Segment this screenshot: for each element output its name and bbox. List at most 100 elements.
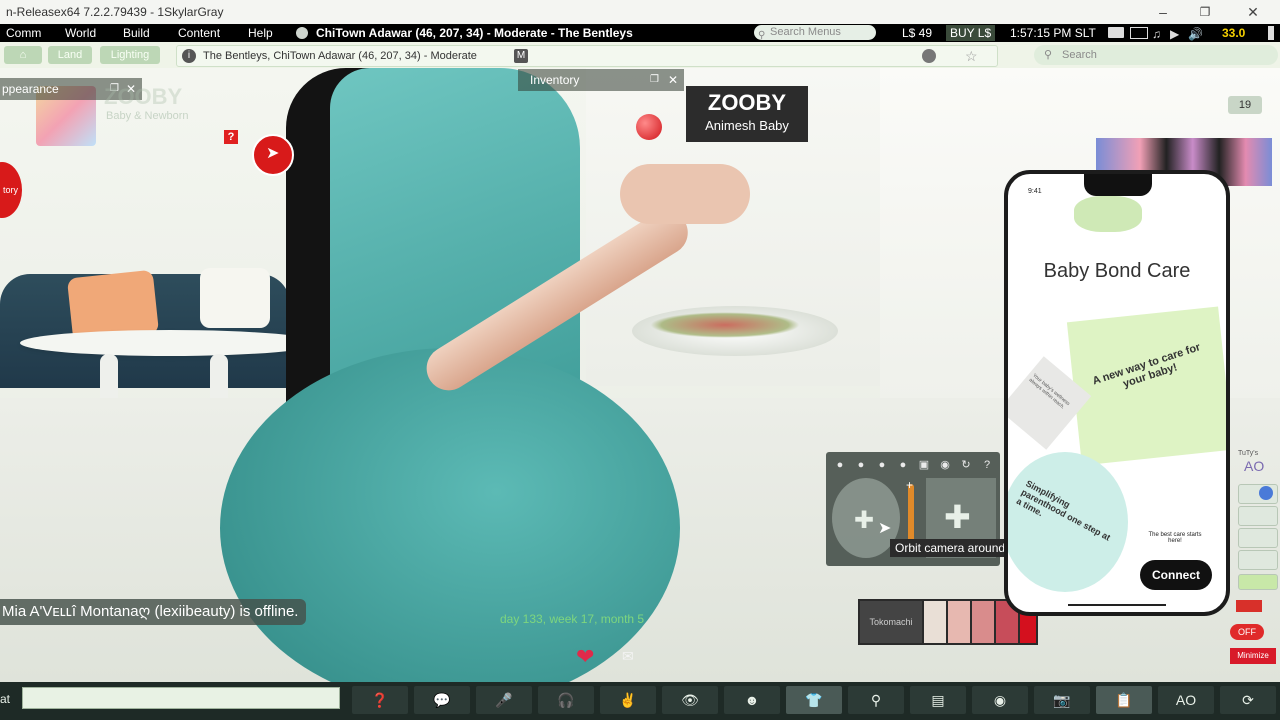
nail-swatch[interactable] <box>948 601 970 643</box>
camera-preset-front-icon[interactable]: ● <box>832 458 848 472</box>
zooby-sign-title: ZOOBY <box>707 90 787 115</box>
walk-button[interactable]: ✌ <box>600 686 656 714</box>
no-voice-icon[interactable] <box>922 49 936 63</box>
phone-app-title: Baby Bond Care <box>1043 260 1191 282</box>
menu-world[interactable]: World <box>65 24 96 42</box>
camera-icon: 📷 <box>1053 692 1071 708</box>
window-title: n-Releasex64 7.2.2.79439 - 1SkylarGray <box>6 5 224 19</box>
location-url-bar[interactable]: i The Bentleys, ChiTown Adawar (46, 207,… <box>176 45 998 67</box>
buy-currency-button[interactable]: BUY L$ <box>946 25 996 41</box>
camera-preset-custom-icon[interactable]: ● <box>895 458 911 472</box>
cherry <box>636 114 662 140</box>
zooby-sign-subtitle: Animesh Baby <box>705 118 789 133</box>
inventory-button[interactable]: 📋 <box>1096 686 1152 714</box>
favorite-star-icon[interactable]: ☆ <box>965 46 978 66</box>
info-icon[interactable]: i <box>182 49 196 63</box>
eye-icon[interactable] <box>296 27 308 39</box>
reset-view-icon[interactable]: ↻ <box>958 458 974 472</box>
mouselook-icon[interactable]: ◉ <box>937 458 953 472</box>
help-button[interactable]: ❓ <box>352 686 408 714</box>
media-icon[interactable]: ▶ <box>1170 25 1179 43</box>
menu-content[interactable]: Content <box>178 24 220 42</box>
phone-home-indicator <box>1068 604 1166 606</box>
mouse-cursor-icon: ➤ <box>878 520 892 537</box>
search-button[interactable]: ⚲ <box>848 686 904 714</box>
pan-arrows-icon: ✚ <box>944 499 971 535</box>
ao-hud-button[interactable] <box>1238 574 1278 590</box>
ao-hud-button[interactable] <box>1238 506 1278 526</box>
faded-sign-title: ZOOBY <box>104 84 183 109</box>
chat-button[interactable]: 💬 <box>414 686 470 714</box>
phone-clock: 9:41 <box>1028 188 1042 195</box>
maturity-badge: M <box>514 49 528 63</box>
people-button[interactable]: ☻ <box>724 686 780 714</box>
inventory-close-icon[interactable]: ✕ <box>668 69 678 91</box>
close-button[interactable]: ✕ <box>1230 0 1276 24</box>
home-button[interactable]: ⌂ <box>4 46 42 64</box>
nail-swatch[interactable] <box>972 601 994 643</box>
red-cursor-button[interactable]: ➤ <box>252 134 294 176</box>
inventory-floater-title[interactable]: Inventory ❐ ✕ <box>518 69 684 91</box>
baby-bond-phone-hud[interactable]: 9:41 Baby Bond Care A new way to care fo… <box>1004 170 1230 616</box>
food <box>650 312 800 338</box>
menu-help[interactable]: Help <box>248 24 273 42</box>
pregnancy-hud-text: day 133, week 17, month 5 <box>500 612 645 626</box>
nail-hud-logo: Tokomachi <box>860 601 922 643</box>
help-book-icon: ❓ <box>371 692 389 708</box>
minimize-button[interactable]: – <box>1140 0 1186 24</box>
location-label[interactable]: ChiTown Adawar (46, 207, 34) - Moderate … <box>316 24 633 42</box>
ao-hud-button[interactable] <box>1238 484 1278 504</box>
appearance-floater-label: ppearance <box>2 82 59 96</box>
nearby-chat-input[interactable] <box>22 687 340 709</box>
object-view-icon[interactable]: ▣ <box>916 458 932 472</box>
nail-swatch[interactable] <box>924 601 946 643</box>
camera-icon[interactable] <box>1108 27 1124 38</box>
search-icon: ⚲ <box>870 692 882 708</box>
tutys-ao-label: AO <box>1244 458 1265 474</box>
camera-preset-rear-icon[interactable]: ● <box>874 458 890 472</box>
heart-icon[interactable]: ❤ <box>576 644 594 670</box>
zoom-slider[interactable] <box>908 484 914 544</box>
ao-minimize-button[interactable]: Minimize <box>1230 648 1276 664</box>
info-icon <box>1259 486 1273 500</box>
chat-label: at <box>0 692 11 706</box>
camera-preset-side-icon[interactable]: ● <box>853 458 869 472</box>
zoom-in-icon[interactable]: + <box>906 478 913 492</box>
counter-badge[interactable]: 19 <box>1228 96 1262 114</box>
ao-hud-button[interactable] <box>1238 528 1278 548</box>
ao-button[interactable]: AO <box>1158 686 1214 714</box>
phone-notch <box>1084 174 1152 196</box>
maximize-button[interactable]: ❐ <box>1182 0 1228 24</box>
red-hud-badge[interactable]: tory <box>0 162 22 218</box>
music-icon[interactable]: ♫ <box>1152 25 1161 43</box>
undock-icon[interactable]: ❐ <box>650 69 659 91</box>
offline-notification[interactable]: Mia A'Vᴇʟʟî Montanaღ (lexiibeauty) is of… <box>0 599 307 625</box>
fs-toggle-button[interactable]: ⟳ <box>1220 686 1276 714</box>
lighting-button[interactable]: Lighting <box>100 46 160 64</box>
view-button[interactable]: 👁 <box>662 686 718 714</box>
minimap-button[interactable]: ◉ <box>972 686 1028 714</box>
volume-icon[interactable]: 🔊 <box>1188 25 1203 43</box>
menu-build[interactable]: Build <box>123 24 150 42</box>
fps-label: 33.0 <box>1222 26 1246 40</box>
appearance-button[interactable]: 👕 <box>786 686 842 714</box>
pointer-icon: ➤ <box>266 145 280 162</box>
menu-comm[interactable]: Comm <box>6 24 41 42</box>
camera-help-icon[interactable]: ? <box>979 458 995 472</box>
ao-hud-button[interactable] <box>1238 550 1278 570</box>
snapshot-button[interactable]: 📷 <box>1034 686 1090 714</box>
zooby-sign[interactable]: ZOOBY Animesh Baby <box>686 86 808 142</box>
speak-button[interactable]: 🎤 <box>476 686 532 714</box>
phone-circle-text: Simplifying parenthood one step at a tim… <box>1014 478 1113 543</box>
land-button[interactable]: Land <box>48 46 92 64</box>
balance-label: L$ 49 <box>902 26 933 40</box>
connect-button[interactable]: Connect <box>1140 560 1212 590</box>
voice-button[interactable]: 🎧 <box>538 686 594 714</box>
search-menus-input[interactable]: Search Menus <box>754 25 876 40</box>
monitor-icon[interactable] <box>1130 27 1148 39</box>
map-button[interactable]: ▤ <box>910 686 966 714</box>
help-icon[interactable]: ? <box>224 130 238 144</box>
search-input[interactable]: Search <box>1034 45 1278 65</box>
ao-off-toggle[interactable]: OFF <box>1230 624 1264 640</box>
envelope-icon[interactable]: ✉ <box>622 648 634 665</box>
